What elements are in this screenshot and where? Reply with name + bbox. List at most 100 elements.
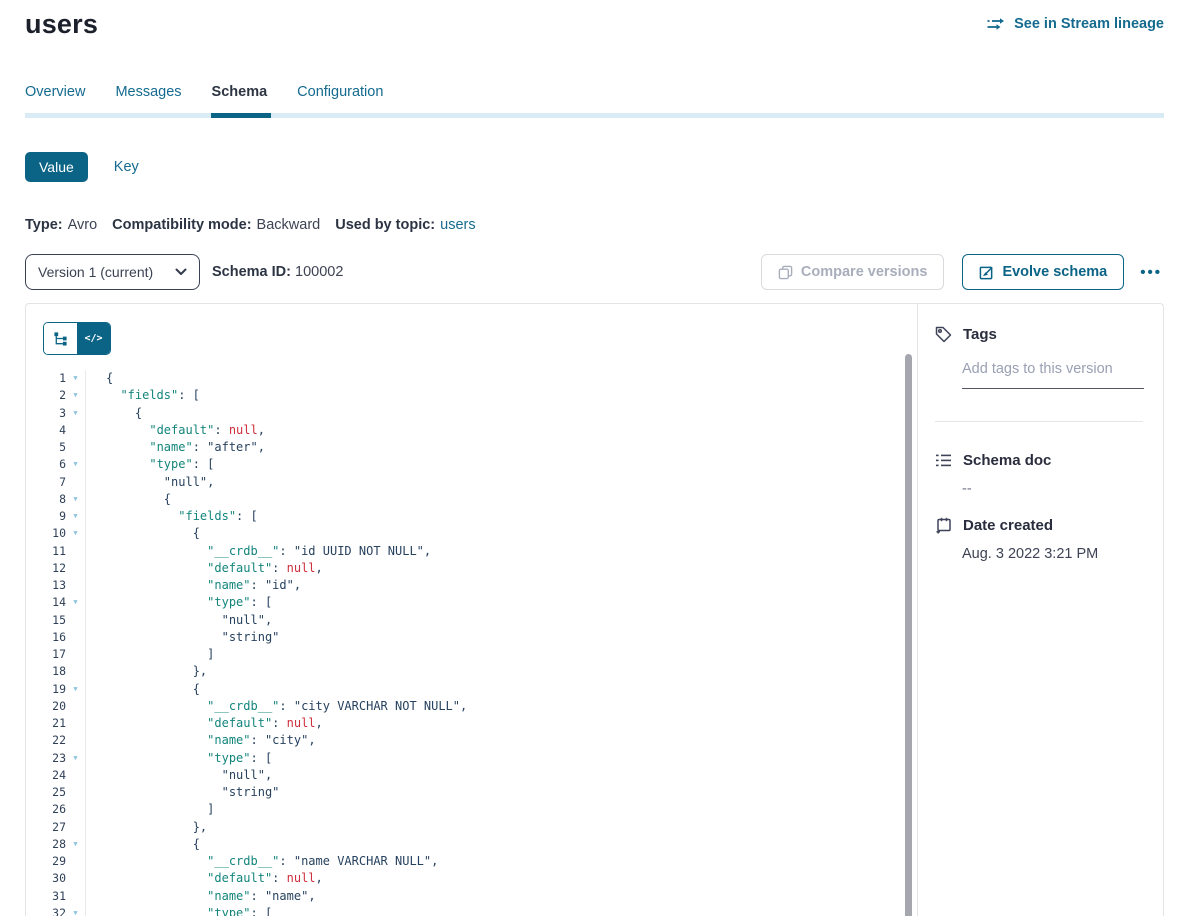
fold-gutter — [66, 560, 85, 577]
tree-view-toggle[interactable] — [44, 323, 77, 354]
fold-toggle-icon[interactable]: ▼ — [66, 594, 85, 611]
line-number: 7 — [26, 474, 66, 491]
fold-toggle-icon[interactable]: ▼ — [66, 836, 85, 853]
code-text: "name": "id", — [85, 577, 901, 594]
code-line: 7 "null", — [26, 474, 901, 491]
fold-toggle-icon[interactable]: ▼ — [66, 456, 85, 473]
line-number: 13 — [26, 577, 66, 594]
code-line: 12"default": null, — [26, 560, 901, 577]
code-line: 30"default": null, — [26, 870, 901, 887]
code-text: "type": [ — [85, 905, 901, 916]
evolve-schema-button[interactable]: Evolve schema — [962, 254, 1124, 290]
schema-meta: Type: Avro Compatibility mode: Backward … — [25, 217, 1164, 233]
code-line: 4"default": null, — [26, 422, 901, 439]
compatibility-value: Backward — [257, 217, 321, 233]
date-created-heading: Date created — [935, 517, 1143, 534]
tab-configuration[interactable]: Configuration — [297, 84, 383, 100]
code-text: "type": [ — [85, 594, 901, 611]
schema-panel: </> 1▼{2▼"fields": [3▼{4"default": null,… — [25, 303, 1164, 916]
sidebar-divider — [935, 421, 1143, 422]
code-text: "null", — [85, 767, 901, 784]
fold-toggle-icon[interactable]: ▼ — [66, 508, 85, 525]
tab-messages[interactable]: Messages — [115, 84, 181, 100]
version-select[interactable]: Version 1 (current) — [25, 254, 200, 290]
code-text: ] — [85, 801, 901, 818]
fold-gutter — [66, 870, 85, 887]
line-number: 2 — [26, 387, 66, 404]
code-text: "__crdb__": "name VARCHAR NULL", — [85, 853, 901, 870]
code-line: 3▼{ — [26, 405, 901, 422]
tab-overview[interactable]: Overview — [25, 84, 85, 100]
code-line: 16"string" — [26, 629, 901, 646]
line-number: 28 — [26, 836, 66, 853]
fold-toggle-icon[interactable]: ▼ — [66, 525, 85, 542]
value-toggle-button[interactable]: Value — [25, 152, 88, 182]
code-line: 11"__crdb__": "id UUID NOT NULL", — [26, 543, 901, 560]
fold-toggle-icon[interactable]: ▼ — [66, 491, 85, 508]
fold-toggle-icon[interactable]: ▼ — [66, 405, 85, 422]
fold-toggle-icon[interactable]: ▼ — [66, 681, 85, 698]
schema-doc-title: Schema doc — [963, 452, 1051, 469]
fold-gutter — [66, 663, 85, 680]
fold-gutter — [66, 715, 85, 732]
stream-lineage-link[interactable]: See in Stream lineage — [987, 16, 1164, 32]
key-toggle-button[interactable]: Key — [114, 159, 139, 175]
code-text: "type": [ — [85, 456, 901, 473]
fold-toggle-icon[interactable]: ▼ — [66, 387, 85, 404]
schema-doc-value: -- — [962, 481, 1143, 497]
code-text: "default": null, — [85, 560, 901, 577]
line-number: 25 — [26, 784, 66, 801]
line-number: 18 — [26, 663, 66, 680]
line-number: 31 — [26, 888, 66, 905]
topic-link[interactable]: users — [440, 217, 475, 233]
line-number: 32 — [26, 905, 66, 916]
tab-schema[interactable]: Schema — [212, 84, 268, 100]
code-text: "__crdb__": "id UUID NOT NULL", — [85, 543, 901, 560]
code-text: "default": null, — [85, 422, 901, 439]
tab-bar: Overview Messages Schema Configuration — [25, 84, 1164, 118]
fold-toggle-icon[interactable]: ▼ — [66, 750, 85, 767]
fold-gutter — [66, 698, 85, 715]
compare-versions-button[interactable]: Compare versions — [761, 254, 945, 290]
code-line: 29"__crdb__": "name VARCHAR NULL", — [26, 853, 901, 870]
code-line: 27}, — [26, 819, 901, 836]
date-created-value: Aug. 3 2022 3:21 PM — [962, 546, 1143, 562]
code-text: { — [85, 836, 901, 853]
tags-input[interactable] — [962, 361, 1144, 389]
type-label: Type: — [25, 217, 63, 233]
fold-gutter — [66, 422, 85, 439]
code-line: 31"name": "name", — [26, 888, 901, 905]
code-text: { — [85, 525, 901, 542]
code-text: "null", — [85, 474, 901, 491]
type-value: Avro — [68, 217, 98, 233]
line-number: 20 — [26, 698, 66, 715]
stream-lineage-label: See in Stream lineage — [1014, 16, 1164, 32]
stream-lineage-icon — [987, 17, 1006, 31]
line-number: 22 — [26, 732, 66, 749]
fold-toggle-icon[interactable]: ▼ — [66, 905, 85, 916]
code-line: 21"default": null, — [26, 715, 901, 732]
code-line: 24 "null", — [26, 767, 901, 784]
code-line: 13 "name": "id", — [26, 577, 901, 594]
code-text: "type": [ — [85, 750, 901, 767]
line-number: 27 — [26, 819, 66, 836]
code-text: "default": null, — [85, 870, 901, 887]
more-options-button[interactable]: ••• — [1138, 260, 1164, 285]
date-created-title: Date created — [963, 517, 1053, 534]
code-text: }, — [85, 663, 901, 680]
line-number: 24 — [26, 767, 66, 784]
fold-toggle-icon[interactable]: ▼ — [66, 370, 85, 387]
fold-gutter — [66, 439, 85, 456]
tag-icon — [935, 326, 952, 343]
compatibility-label: Compatibility mode: — [112, 217, 251, 233]
code-line: 15"null", — [26, 612, 901, 629]
line-number: 21 — [26, 715, 66, 732]
code-line: 25"string" — [26, 784, 901, 801]
calendar-plus-icon — [935, 517, 952, 534]
fold-gutter — [66, 888, 85, 905]
code-editor[interactable]: 1▼{2▼"fields": [3▼{4"default": null,5"na… — [26, 370, 901, 916]
code-text: ] — [85, 646, 901, 663]
editor-scrollbar[interactable] — [905, 354, 912, 916]
code-text: "fields": [ — [85, 387, 901, 404]
code-view-toggle[interactable]: </> — [77, 323, 110, 354]
